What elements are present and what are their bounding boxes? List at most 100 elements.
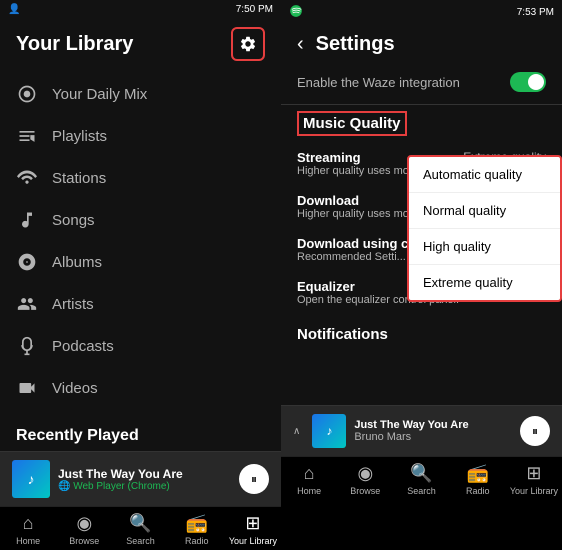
right-status-left (289, 4, 303, 21)
section-divider (281, 104, 562, 105)
nav-item-songs[interactable]: Songs (0, 199, 281, 241)
music-quality-title: Music Quality (297, 111, 407, 136)
videos-icon (16, 377, 38, 399)
right-status-right: 7:53 PM (517, 7, 554, 18)
right-bottom-radio[interactable]: 📻 Radio (450, 457, 506, 500)
nav-item-albums[interactable]: Albums (0, 241, 281, 283)
nav-item-stations[interactable]: Stations (0, 157, 281, 199)
radio-icon: 📻 (186, 513, 208, 534)
back-button[interactable]: ‹ (297, 33, 304, 56)
nav-item-daily-mix[interactable]: Your Daily Mix (0, 73, 281, 115)
right-bottom-home-label: Home (297, 486, 321, 496)
left-status-right: 7:50 PM (236, 4, 273, 15)
bottom-nav-radio[interactable]: 📻 Radio (169, 507, 225, 550)
settings-download-using-title: Download using c... (297, 236, 419, 251)
waze-label: Enable the Waze integration (297, 75, 460, 90)
right-header: ‹ Settings (281, 25, 562, 66)
nav-list: Your Daily Mix Playlists Stations Songs … (0, 73, 281, 417)
right-bottom-browse[interactable]: ◉ Browse (337, 457, 393, 500)
left-status-left: 👤 (8, 4, 20, 15)
library-icon: ⊞ (245, 513, 260, 534)
right-bottom-search-label: Search (407, 486, 436, 496)
now-playing-artist-right: Bruno Mars (354, 431, 512, 443)
gear-button[interactable] (231, 27, 265, 61)
bottom-nav-browse-label: Browse (69, 536, 99, 546)
right-panel: 7:53 PM ‹ Settings Enable the Waze integ… (281, 0, 562, 500)
playlists-icon (16, 125, 38, 147)
quality-option-automatic[interactable]: Automatic quality (409, 157, 560, 193)
left-bottom-nav: ⌂ Home ◉ Browse 🔍 Search 📻 Radio ⊞ Your … (0, 506, 281, 550)
bottom-nav-home-label: Home (16, 536, 40, 546)
left-status-bar: 👤 7:50 PM (0, 0, 281, 19)
right-radio-icon: 📻 (467, 463, 489, 484)
now-playing-song-right: Just The Way You Are (354, 419, 512, 431)
right-status-bar: 7:53 PM (281, 0, 562, 25)
right-library-icon: ⊞ (526, 463, 541, 484)
recently-played-title: Recently Played (0, 417, 281, 451)
waze-toggle[interactable] (510, 72, 546, 92)
nav-label-albums: Albums (52, 254, 102, 271)
now-playing-controls-right: ⏸ (520, 416, 550, 446)
now-playing-info-left: Just The Way You Are 🌐 Web Player (Chrom… (58, 467, 231, 492)
browse-icon: ◉ (76, 513, 92, 534)
person-icon: 👤 (8, 4, 20, 15)
gear-icon (239, 35, 257, 53)
nav-label-songs: Songs (52, 212, 95, 229)
nav-label-stations: Stations (52, 170, 106, 187)
nav-item-podcasts[interactable]: Podcasts (0, 325, 281, 367)
nav-item-videos[interactable]: Videos (0, 367, 281, 409)
right-search-icon: 🔍 (410, 463, 432, 484)
left-panel: 👤 7:50 PM Your Library Your Daily Mix Pl… (0, 0, 281, 500)
spotify-icon (289, 4, 303, 18)
bottom-nav-browse[interactable]: ◉ Browse (56, 507, 112, 550)
album-art-left: ♪ (12, 460, 50, 498)
nav-label-podcasts: Podcasts (52, 338, 114, 355)
left-now-playing-bar[interactable]: ♪ Just The Way You Are 🌐 Web Player (Chr… (0, 451, 281, 506)
quality-dropdown: Automatic quality Normal quality High qu… (407, 155, 562, 302)
right-bottom-search[interactable]: 🔍 Search (393, 457, 449, 500)
right-home-icon: ⌂ (304, 463, 315, 484)
nav-item-artists[interactable]: Artists (0, 283, 281, 325)
bottom-nav-library-label: Your Library (229, 536, 277, 546)
home-icon: ⌂ (23, 513, 34, 534)
quality-option-high[interactable]: High quality (409, 229, 560, 265)
nav-label-daily-mix: Your Daily Mix (52, 86, 147, 103)
podcasts-icon (16, 335, 38, 357)
quality-option-extreme[interactable]: Extreme quality (409, 265, 560, 300)
bottom-nav-library[interactable]: ⊞ Your Library (225, 507, 281, 550)
notifications-section: Notifications (281, 318, 562, 348)
album-art-right: ♪ (312, 414, 346, 448)
search-icon: 🔍 (129, 513, 151, 534)
bottom-nav-search-label: Search (126, 536, 155, 546)
right-time: 7:53 PM (517, 7, 554, 18)
bottom-nav-home[interactable]: ⌂ Home (0, 507, 56, 550)
nav-label-videos: Videos (52, 380, 98, 397)
nav-label-artists: Artists (52, 296, 94, 313)
right-bottom-nav: ⌂ Home ◉ Browse 🔍 Search 📻 Radio ⊞ Your … (281, 456, 562, 500)
left-header-title: Your Library (16, 33, 133, 56)
left-time: 7:50 PM (236, 4, 273, 15)
now-playing-sub-left: 🌐 Web Player (Chrome) (58, 481, 231, 492)
pause-button-left[interactable]: ⏸ (239, 464, 269, 494)
settings-download-using-text: Download using c... Recommended Setti... (297, 236, 419, 263)
stations-icon (16, 167, 38, 189)
bottom-nav-radio-label: Radio (185, 536, 209, 546)
notifications-title: Notifications (297, 326, 388, 343)
now-playing-song-left: Just The Way You Are (58, 467, 231, 481)
now-playing-info-right: Just The Way You Are Bruno Mars (354, 419, 512, 443)
artists-icon (16, 293, 38, 315)
right-bottom-home[interactable]: ⌂ Home (281, 457, 337, 500)
waze-row: Enable the Waze integration (281, 66, 562, 102)
quality-option-normal[interactable]: Normal quality (409, 193, 560, 229)
left-header: Your Library (0, 19, 281, 73)
chevron-up-icon: ∧ (293, 426, 300, 437)
right-spacer (281, 348, 562, 405)
now-playing-controls-left: ⏸ (239, 464, 269, 494)
nav-label-playlists: Playlists (52, 128, 107, 145)
nav-item-playlists[interactable]: Playlists (0, 115, 281, 157)
right-bottom-library-label: Your Library (510, 486, 558, 496)
bottom-nav-search[interactable]: 🔍 Search (112, 507, 168, 550)
right-bottom-library[interactable]: ⊞ Your Library (506, 457, 562, 500)
right-now-playing-bar[interactable]: ∧ ♪ Just The Way You Are Bruno Mars ⏸ (281, 405, 562, 456)
pause-button-right[interactable]: ⏸ (520, 416, 550, 446)
